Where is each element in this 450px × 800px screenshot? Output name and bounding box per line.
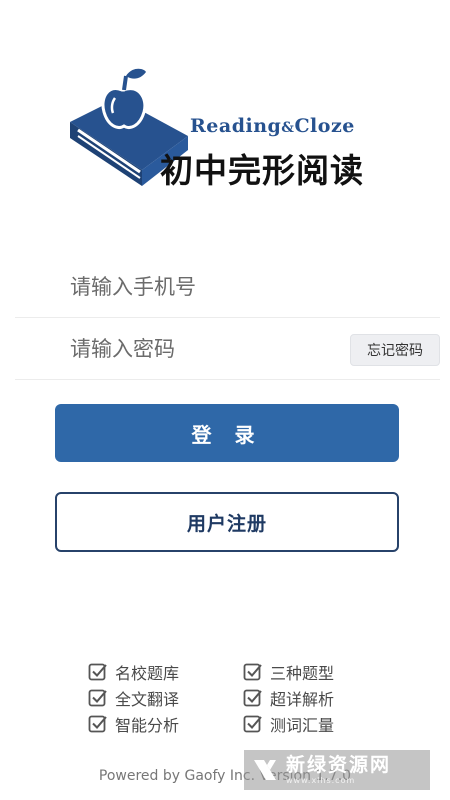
watermark-logo-icon <box>254 760 276 780</box>
register-button[interactable]: 用户注册 <box>55 492 399 552</box>
checkbox-checked-icon <box>243 663 262 681</box>
brand-cloze: Cloze <box>294 115 355 137</box>
brand-chinese-title: 初中完形阅读 <box>160 151 364 190</box>
feature-label: 测词汇量 <box>270 716 335 735</box>
forgot-password-button[interactable]: 忘记密码 <box>350 334 440 366</box>
feature-label: 超详解析 <box>270 690 335 709</box>
feature-item: 名校题库 <box>88 660 179 684</box>
brand-ampersand: & <box>281 120 295 136</box>
watermark-url: www.xlhs.com <box>286 775 356 785</box>
phone-field <box>15 256 440 318</box>
feature-label: 三种题型 <box>270 664 335 683</box>
checkbox-checked-icon <box>243 689 262 707</box>
watermark: 新绿资源网 www.xlhs.com <box>244 750 430 790</box>
phone-input[interactable] <box>70 256 340 318</box>
feature-item: 测词汇量 <box>243 712 334 736</box>
feature-item: 智能分析 <box>88 712 179 736</box>
feature-item: 三种题型 <box>243 660 334 684</box>
feature-list: 名校题库 三种题型 全文翻译 超详解析 智能分析 测词汇量 <box>88 660 368 740</box>
password-input[interactable] <box>70 318 340 380</box>
feature-item: 超详解析 <box>243 686 334 710</box>
login-button[interactable]: 登 录 <box>55 404 399 462</box>
password-field: 忘记密码 <box>15 318 440 380</box>
checkbox-checked-icon <box>88 689 107 707</box>
checkbox-checked-icon <box>88 715 107 733</box>
feature-label: 智能分析 <box>115 716 180 735</box>
brand-reading: Reading <box>190 115 282 137</box>
feature-label: 全文翻译 <box>115 690 180 709</box>
brand-english: Reading&Cloze <box>190 115 355 137</box>
checkbox-checked-icon <box>243 715 262 733</box>
watermark-title: 新绿资源网 <box>286 753 392 776</box>
feature-label: 名校题库 <box>115 664 180 683</box>
feature-item: 全文翻译 <box>88 686 179 710</box>
app-logo: Reading&Cloze 初中完形阅读 <box>60 58 390 193</box>
watermark-text: 新绿资源网 www.xlhs.com <box>286 753 392 785</box>
checkbox-checked-icon <box>88 663 107 681</box>
